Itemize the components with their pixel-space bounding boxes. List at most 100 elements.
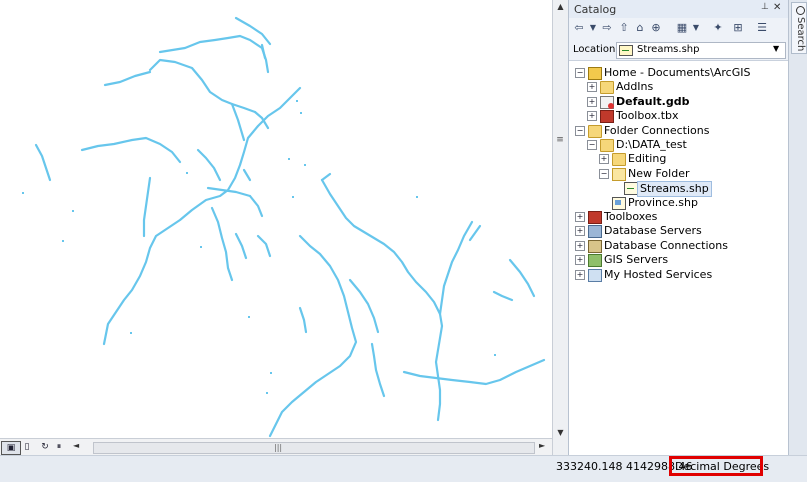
folder-open-icon xyxy=(612,167,626,181)
catalog-title: Catalog xyxy=(574,3,617,16)
catalog-toolbar: ⇦ ▼ ⇨ ⇧ ⌂ ⊕ ▦ ▼ ✦ ⊞ ☰ xyxy=(569,18,788,41)
expand-icon[interactable]: + xyxy=(587,82,597,93)
scroll-up-icon[interactable]: ▲ xyxy=(553,0,568,14)
expand-icon[interactable]: + xyxy=(575,212,585,222)
dropdown-icon[interactable]: ▼ xyxy=(586,21,600,35)
line-shapefile-icon xyxy=(619,45,633,56)
location-value: Streams.shp xyxy=(637,44,700,55)
scroll-grip-icon: ||| xyxy=(274,443,283,452)
collapse-icon[interactable]: − xyxy=(575,125,585,136)
folder-icon xyxy=(600,81,614,95)
status-bar: 333240.148 4142988.46 Decimal Degrees xyxy=(0,455,807,482)
up-icon[interactable]: ⇧ xyxy=(617,21,631,35)
expand-icon[interactable]: + xyxy=(575,226,585,237)
polygon-shapefile-icon xyxy=(612,196,626,210)
tree-item-label: Editing xyxy=(628,152,667,166)
expand-icon[interactable]: + xyxy=(575,269,585,280)
catalog-title-bar: Catalog ⊥ ✕ xyxy=(569,0,788,18)
map-horizontal-scrollbar[interactable]: ◄ ||| ► xyxy=(73,441,545,454)
streams-layer xyxy=(22,16,546,438)
forward-icon[interactable]: ⇨ xyxy=(600,21,614,35)
hosted-services-icon xyxy=(588,268,602,282)
catalog-window: Catalog ⊥ ✕ ⇦ ▼ ⇨ ⇧ ⌂ ⊕ ▦ ▼ ✦ ⊞ ☰ Locati… xyxy=(568,0,788,455)
pause-drawing-icon[interactable]: ⏸ xyxy=(52,441,66,453)
toolbox-icon xyxy=(600,110,614,124)
expand-icon[interactable]: + xyxy=(575,240,585,251)
collapse-icon[interactable]: − xyxy=(587,140,597,150)
connect-folder-icon[interactable]: ⊕ xyxy=(649,21,663,35)
folder-icon xyxy=(600,139,614,152)
tree-item-label: GIS Servers xyxy=(604,253,669,267)
tree-item-label: AddIns xyxy=(616,80,654,94)
tree-item[interactable]: Streams.shp xyxy=(569,181,788,198)
tree-item-label: New Folder xyxy=(628,166,690,180)
tree-item[interactable]: + Database Servers xyxy=(569,224,788,239)
tree-item-label: D:\DATA_test xyxy=(616,138,687,151)
tree-item[interactable]: + Toolboxes xyxy=(569,210,788,224)
home-icon[interactable]: ⌂ xyxy=(633,21,647,35)
tree-item[interactable]: + GIS Servers xyxy=(569,253,788,268)
expand-icon[interactable]: + xyxy=(575,255,585,266)
search-tab[interactable]: Search xyxy=(791,2,807,54)
line-shapefile-icon xyxy=(624,182,638,196)
layout-view-icon[interactable]: ▯ xyxy=(20,441,34,453)
pin-icon[interactable]: ⊥ xyxy=(761,2,769,12)
location-combobox[interactable]: Streams.shp ▼ xyxy=(616,42,786,59)
home-folder-icon xyxy=(588,67,602,80)
gis-server-icon xyxy=(588,254,602,268)
tree-item[interactable]: − Folder Connections xyxy=(569,124,788,138)
view-dropdown-icon[interactable]: ▼ xyxy=(689,21,703,35)
tree-item[interactable]: + AddIns xyxy=(569,80,788,95)
tree-item[interactable]: + My Hosted Services xyxy=(569,268,788,282)
scroll-left-icon[interactable]: ◄ xyxy=(73,441,79,450)
highlight-box xyxy=(669,456,763,476)
map-vertical-scrollbar[interactable]: ▲ ≡ ▼ xyxy=(552,0,568,455)
refresh-icon[interactable]: ↻ xyxy=(38,441,52,453)
options-icon[interactable]: ☰ xyxy=(755,21,769,35)
tree-item-label: Toolbox.tbx xyxy=(616,109,679,123)
geodatabase-icon xyxy=(600,95,614,109)
tree-item-label: Toolboxes xyxy=(604,210,658,223)
catalog-tree: − Home - Documents\ArcGIS + AddIns + Default.… xyxy=(569,62,788,452)
tree-item-label: Folder Connections xyxy=(604,123,710,137)
scroll-grip-icon[interactable]: ≡ xyxy=(555,135,565,145)
tree-item[interactable]: + Editing xyxy=(569,152,788,167)
location-bar: Location: Streams.shp ▼ xyxy=(569,40,788,61)
tree-item[interactable]: + Toolbox.tbx xyxy=(569,109,788,124)
close-icon[interactable]: ✕ xyxy=(773,2,781,13)
scroll-right-icon[interactable]: ► xyxy=(539,441,545,450)
expand-icon[interactable]: + xyxy=(587,111,597,122)
toolboxes-icon xyxy=(588,211,602,224)
folder-icon xyxy=(612,153,626,167)
back-icon[interactable]: ⇦ xyxy=(572,21,586,35)
tree-item-label: Database Connections xyxy=(604,238,728,252)
location-label: Location: xyxy=(573,44,619,55)
tree-item[interactable]: + Default.gdb xyxy=(569,95,788,109)
expand-icon[interactable]: + xyxy=(599,154,609,165)
folder-connection-icon xyxy=(588,124,602,138)
database-server-icon xyxy=(588,225,602,239)
search-tab-label: Search xyxy=(795,17,806,52)
tree-item-label: My Hosted Services xyxy=(604,267,713,281)
view-icon[interactable]: ▦ xyxy=(675,21,689,35)
new-icon[interactable]: ✦ xyxy=(711,21,725,35)
scroll-thumb[interactable]: ||| xyxy=(93,442,535,454)
tree-item[interactable]: + Database Connections xyxy=(569,239,788,253)
tree-item[interactable]: Province.shp xyxy=(569,196,788,210)
tree-item-label: Database Servers xyxy=(604,224,702,238)
toggle-tree-icon[interactable]: ⊞ xyxy=(731,21,745,35)
tree-item[interactable]: − D:\DATA_test xyxy=(569,138,788,152)
scroll-down-icon[interactable]: ▼ xyxy=(553,426,568,440)
collapse-icon[interactable]: − xyxy=(599,168,609,179)
tree-item[interactable]: − New Folder xyxy=(569,167,788,181)
data-view-icon[interactable]: ▣ xyxy=(1,441,21,455)
chevron-down-icon[interactable]: ▼ xyxy=(773,44,779,53)
tree-item-label: Home - Documents\ArcGIS xyxy=(604,66,751,79)
map-display[interactable] xyxy=(0,0,552,438)
search-side-panel: Search xyxy=(788,0,807,455)
expand-icon[interactable]: + xyxy=(587,96,597,107)
collapse-icon[interactable]: − xyxy=(575,68,585,78)
tree-item[interactable]: − Home - Documents\ArcGIS xyxy=(569,66,788,80)
tree-item-label: Default.gdb xyxy=(616,94,690,108)
database-connection-icon xyxy=(588,239,602,253)
